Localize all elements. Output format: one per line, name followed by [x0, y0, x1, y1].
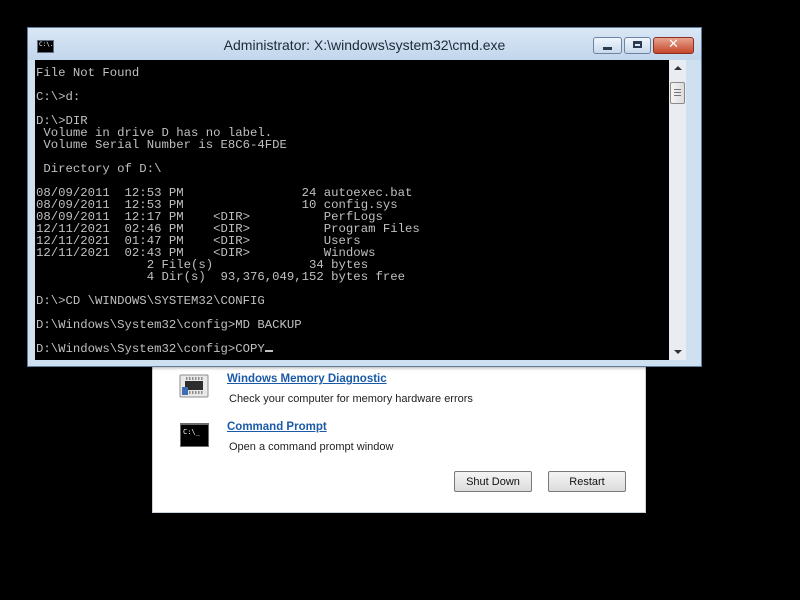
cmd-window[interactable]: C:\. Administrator: X:\windows\system32\… — [27, 27, 702, 367]
console-text[interactable]: File Not Found C:\>d: D:\>DIR Volume in … — [35, 60, 669, 355]
scroll-thumb[interactable] — [670, 82, 685, 104]
command-prompt-icon: C:\_ — [179, 421, 211, 449]
close-icon: ✕ — [668, 37, 679, 52]
svg-text:C:\_: C:\_ — [183, 428, 201, 436]
console-output[interactable]: File Not Found C:\>d: D:\>DIR Volume in … — [35, 60, 669, 360]
scroll-down-button[interactable] — [669, 343, 686, 360]
memory-chip-icon — [179, 373, 211, 401]
memory-diagnostic-description: Check your computer for memory hardware … — [229, 393, 473, 405]
scroll-down-arrow-icon — [674, 350, 682, 354]
option-command-prompt[interactable]: C:\_ Command Prompt Open a command promp… — [179, 421, 619, 457]
vertical-scrollbar[interactable] — [669, 60, 686, 360]
command-prompt-link[interactable]: Command Prompt — [227, 421, 327, 433]
scroll-up-button[interactable] — [669, 60, 686, 77]
console-line: C:\>d: — [36, 90, 81, 104]
console-line: D:\>CD \WINDOWS\SYSTEM32\CONFIG — [36, 294, 265, 308]
console-line: Directory of D:\ — [36, 162, 162, 176]
console-line: File Not Found — [36, 66, 140, 80]
console-line: D:\Windows\System32\config>COPY — [36, 342, 265, 356]
title-bar[interactable]: C:\. Administrator: X:\windows\system32\… — [28, 28, 701, 60]
console-line: 4 Dir(s) 93,376,049,152 bytes free — [36, 270, 405, 284]
console-line: D:\Windows\System32\config>MD BACKUP — [36, 318, 302, 332]
text-cursor — [264, 350, 273, 352]
maximize-icon — [633, 41, 642, 48]
scroll-up-arrow-icon — [674, 66, 682, 70]
recovery-options-panel: Windows Memory Diagnostic Check your com… — [152, 357, 646, 513]
command-prompt-description: Open a command prompt window — [229, 441, 394, 453]
shut-down-button[interactable]: Shut Down — [454, 471, 532, 492]
option-memory-diagnostic[interactable]: Windows Memory Diagnostic Check your com… — [179, 373, 619, 409]
close-button[interactable]: ✕ — [653, 37, 694, 54]
maximize-button[interactable] — [624, 37, 651, 54]
restart-button[interactable]: Restart — [548, 471, 626, 492]
memory-diagnostic-link[interactable]: Windows Memory Diagnostic — [227, 373, 387, 385]
minimize-button[interactable] — [593, 37, 622, 54]
console-line: Volume Serial Number is E8C6-4FDE — [36, 138, 287, 152]
minimize-icon — [603, 47, 612, 50]
